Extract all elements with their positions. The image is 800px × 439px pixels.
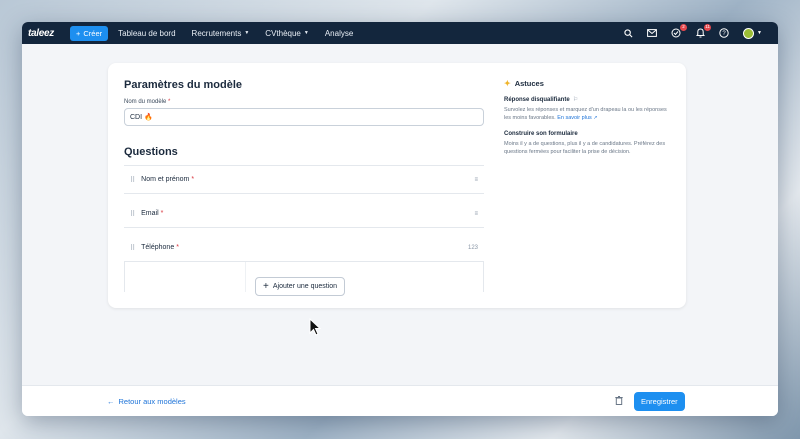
plus-icon: + bbox=[263, 280, 269, 292]
text-type-icon: ≡ bbox=[474, 210, 478, 217]
search-icon[interactable] bbox=[623, 28, 633, 38]
tip-body-text: Moins il y a de questions, plus il y a d… bbox=[504, 140, 666, 155]
tip-title: Réponse disqualifiante ⚐ bbox=[504, 96, 674, 104]
help-icon[interactable]: ? bbox=[719, 28, 729, 38]
add-question-label: Ajouter une question bbox=[272, 283, 338, 290]
template-name-label: Nom du modèle * bbox=[124, 99, 484, 105]
question-label: Nom et prénom bbox=[141, 176, 190, 183]
question-row[interactable]: ⠿ Téléphone * 123 bbox=[124, 234, 484, 262]
fire-icon: 🔥 bbox=[144, 114, 153, 121]
arrow-left-icon: ← bbox=[107, 396, 115, 406]
app-window: taleez + Créer Tableau de bord Recruteme… bbox=[22, 22, 778, 416]
sparkle-icon: ✦ bbox=[504, 79, 511, 88]
page-title: Paramètres du modèle bbox=[124, 79, 242, 91]
required-mark: * bbox=[176, 244, 179, 251]
tip-title: Construire son formulaire bbox=[504, 131, 674, 137]
tip-body: Moins il y a de questions, plus il y a d… bbox=[504, 141, 674, 157]
top-navigation: taleez + Créer Tableau de bord Recruteme… bbox=[22, 22, 778, 44]
user-menu[interactable]: ▼ bbox=[743, 27, 762, 39]
required-mark: * bbox=[191, 176, 195, 183]
tasks-badge: 2 bbox=[680, 24, 688, 31]
flag-icon: ⚐ bbox=[572, 97, 579, 103]
template-settings-card: Paramètres du modèle Nom du modèle * CDI… bbox=[108, 63, 686, 308]
nav-analyse[interactable]: Analyse bbox=[325, 29, 353, 38]
create-button[interactable]: + Créer bbox=[70, 25, 109, 41]
drag-handle-icon[interactable]: ⠿ bbox=[130, 176, 135, 184]
required-mark: * bbox=[168, 99, 171, 105]
tips-header: ✦ Astuces bbox=[504, 79, 674, 88]
learn-more-link[interactable]: En savoir plus ↗ bbox=[557, 115, 597, 121]
back-label: Retour aux modèles bbox=[118, 396, 186, 406]
nav-right-actions: 2 11 ? ▼ bbox=[623, 24, 772, 39]
footer-bar: ← Retour aux modèles Enregistrer bbox=[22, 385, 778, 416]
save-button[interactable]: Enregistrer bbox=[634, 391, 685, 411]
external-link-icon: ↗ bbox=[593, 114, 598, 121]
mail-icon[interactable] bbox=[647, 28, 657, 38]
template-name-value: CDI bbox=[130, 113, 143, 121]
question-row[interactable]: ⠿ Nom et prénom * ≡ bbox=[124, 166, 484, 194]
learn-more-label: En savoir plus bbox=[557, 114, 592, 121]
tip-title-text: Réponse disqualifiante bbox=[504, 96, 570, 103]
tasks-icon[interactable]: 2 bbox=[671, 24, 688, 38]
drag-handle-icon[interactable]: ⠿ bbox=[130, 244, 135, 252]
avatar bbox=[743, 27, 755, 39]
nav-recruitments-label: Recrutements bbox=[191, 28, 242, 38]
drag-handle-icon[interactable]: ⠿ bbox=[130, 210, 135, 218]
question-row[interactable]: ⠿ Email * ≡ bbox=[124, 200, 484, 228]
chevron-down-icon: ▼ bbox=[244, 30, 250, 36]
tip-body: Survolez les réponses et marquez d'un dr… bbox=[504, 107, 674, 123]
add-question-button[interactable]: + Ajouter une question bbox=[255, 277, 346, 296]
tip-title-text: Construire son formulaire bbox=[504, 130, 578, 137]
template-name-label-text: Nom du modèle bbox=[124, 99, 167, 105]
back-to-templates-link[interactable]: ← Retour aux modèles bbox=[107, 397, 186, 406]
question-label: Email bbox=[141, 210, 159, 217]
trash-icon[interactable] bbox=[615, 395, 623, 407]
number-type-icon: 123 bbox=[467, 244, 478, 251]
nav-cvtheque[interactable]: CVthèque ▼ bbox=[265, 29, 309, 38]
text-type-icon: ≡ bbox=[474, 176, 478, 183]
create-button-label: Créer bbox=[83, 28, 103, 38]
plus-icon: + bbox=[76, 28, 81, 38]
nav-recruitments[interactable]: Recrutements ▼ bbox=[192, 29, 250, 38]
mouse-cursor-icon bbox=[309, 318, 321, 336]
required-mark: * bbox=[160, 210, 164, 217]
nav-analyse-label: Analyse bbox=[324, 28, 354, 38]
template-form: Paramètres du modèle Nom du modèle * CDI… bbox=[124, 79, 484, 292]
template-name-input[interactable]: CDI 🔥 bbox=[124, 108, 484, 126]
chevron-down-icon: ▼ bbox=[757, 30, 762, 36]
tips-title: Astuces bbox=[514, 79, 544, 88]
nav-cvtheque-label: CVthèque bbox=[265, 28, 301, 38]
notifications-badge: 11 bbox=[704, 24, 712, 31]
question-label: Téléphone bbox=[141, 244, 175, 251]
questions-list: ⠿ Nom et prénom * ≡ ⠿ Email * ≡ ⠿ Téléph… bbox=[124, 165, 484, 292]
chevron-down-icon: ▼ bbox=[303, 30, 309, 36]
nav-dashboard-label: Tableau de bord bbox=[118, 28, 176, 38]
questions-heading: Questions bbox=[124, 146, 178, 158]
bell-icon[interactable]: 11 bbox=[695, 24, 712, 38]
app-logo[interactable]: taleez bbox=[28, 28, 56, 39]
nav-dashboard[interactable]: Tableau de bord bbox=[118, 29, 175, 38]
tips-panel: ✦ Astuces Réponse disqualifiante ⚐ Survo… bbox=[504, 79, 674, 157]
